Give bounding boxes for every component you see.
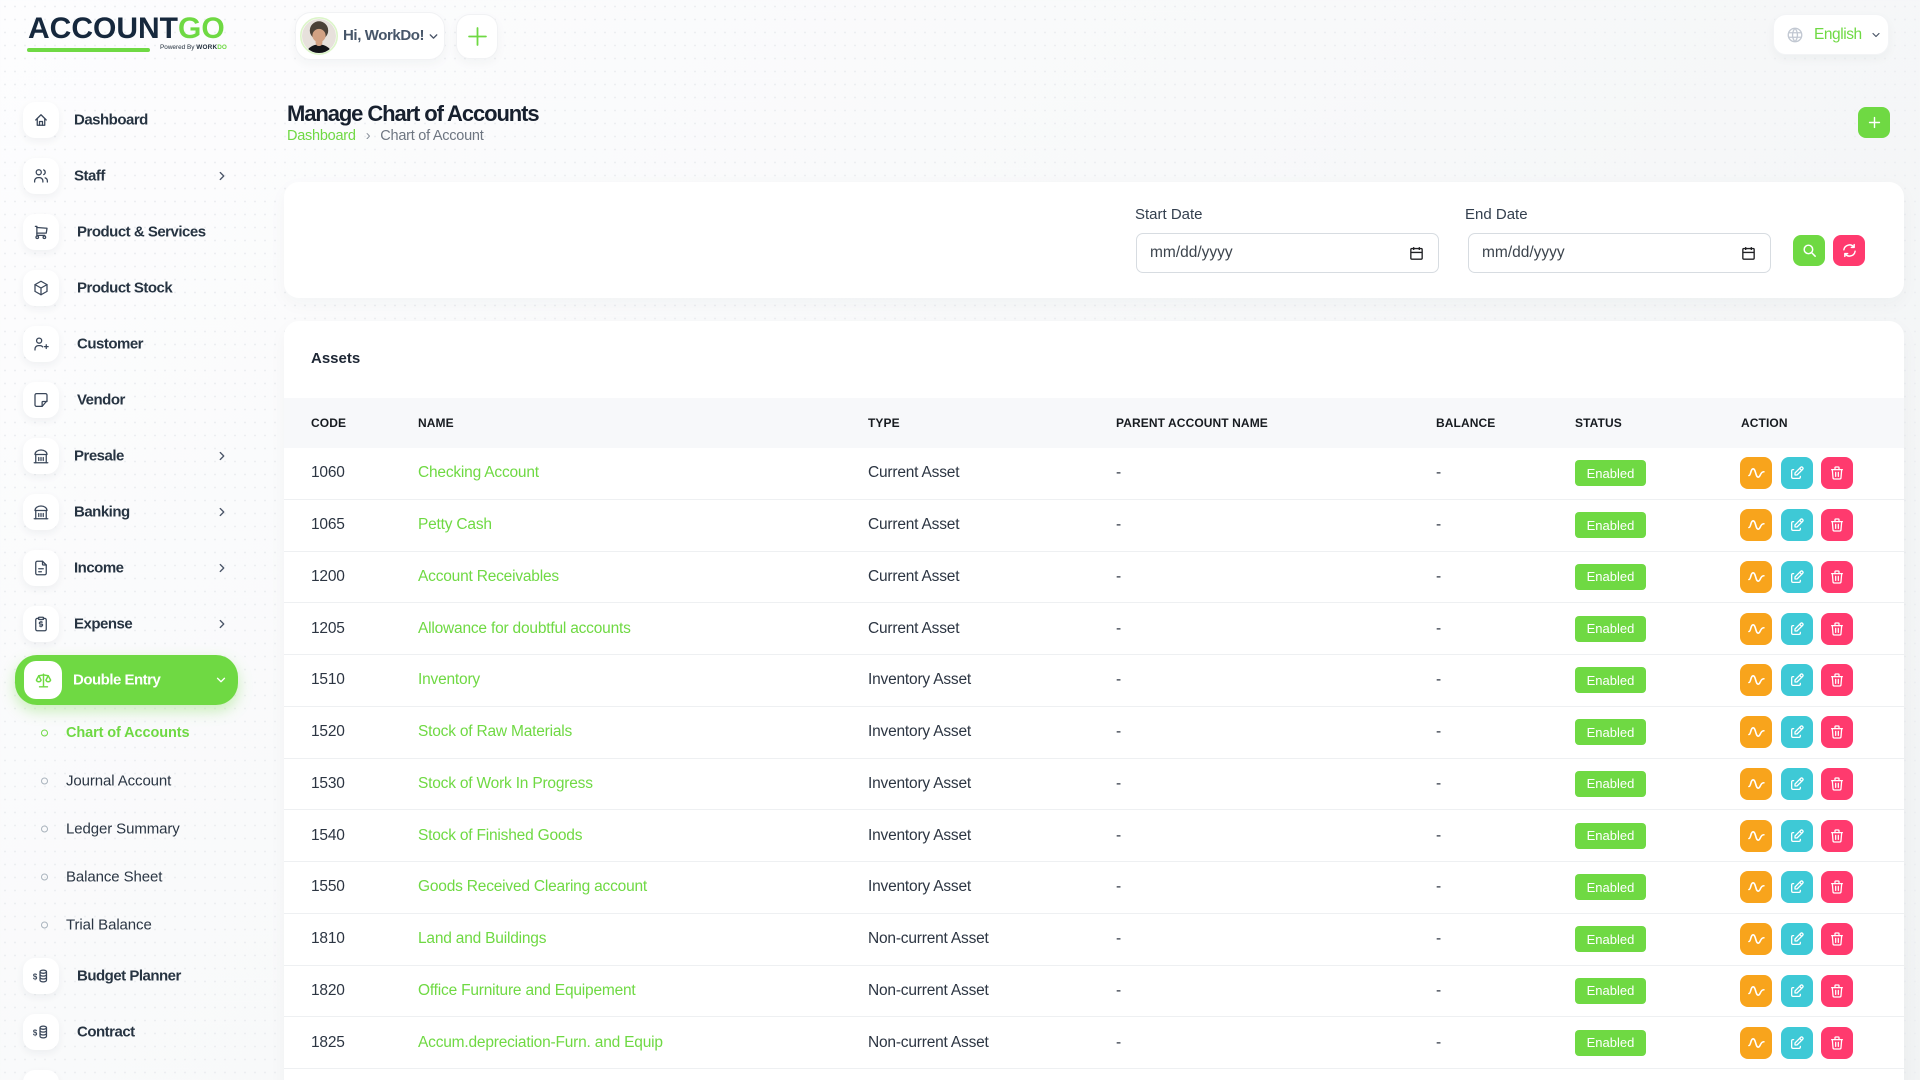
svg-text:$: $ — [33, 1028, 38, 1037]
svg-text:$: $ — [33, 972, 38, 981]
